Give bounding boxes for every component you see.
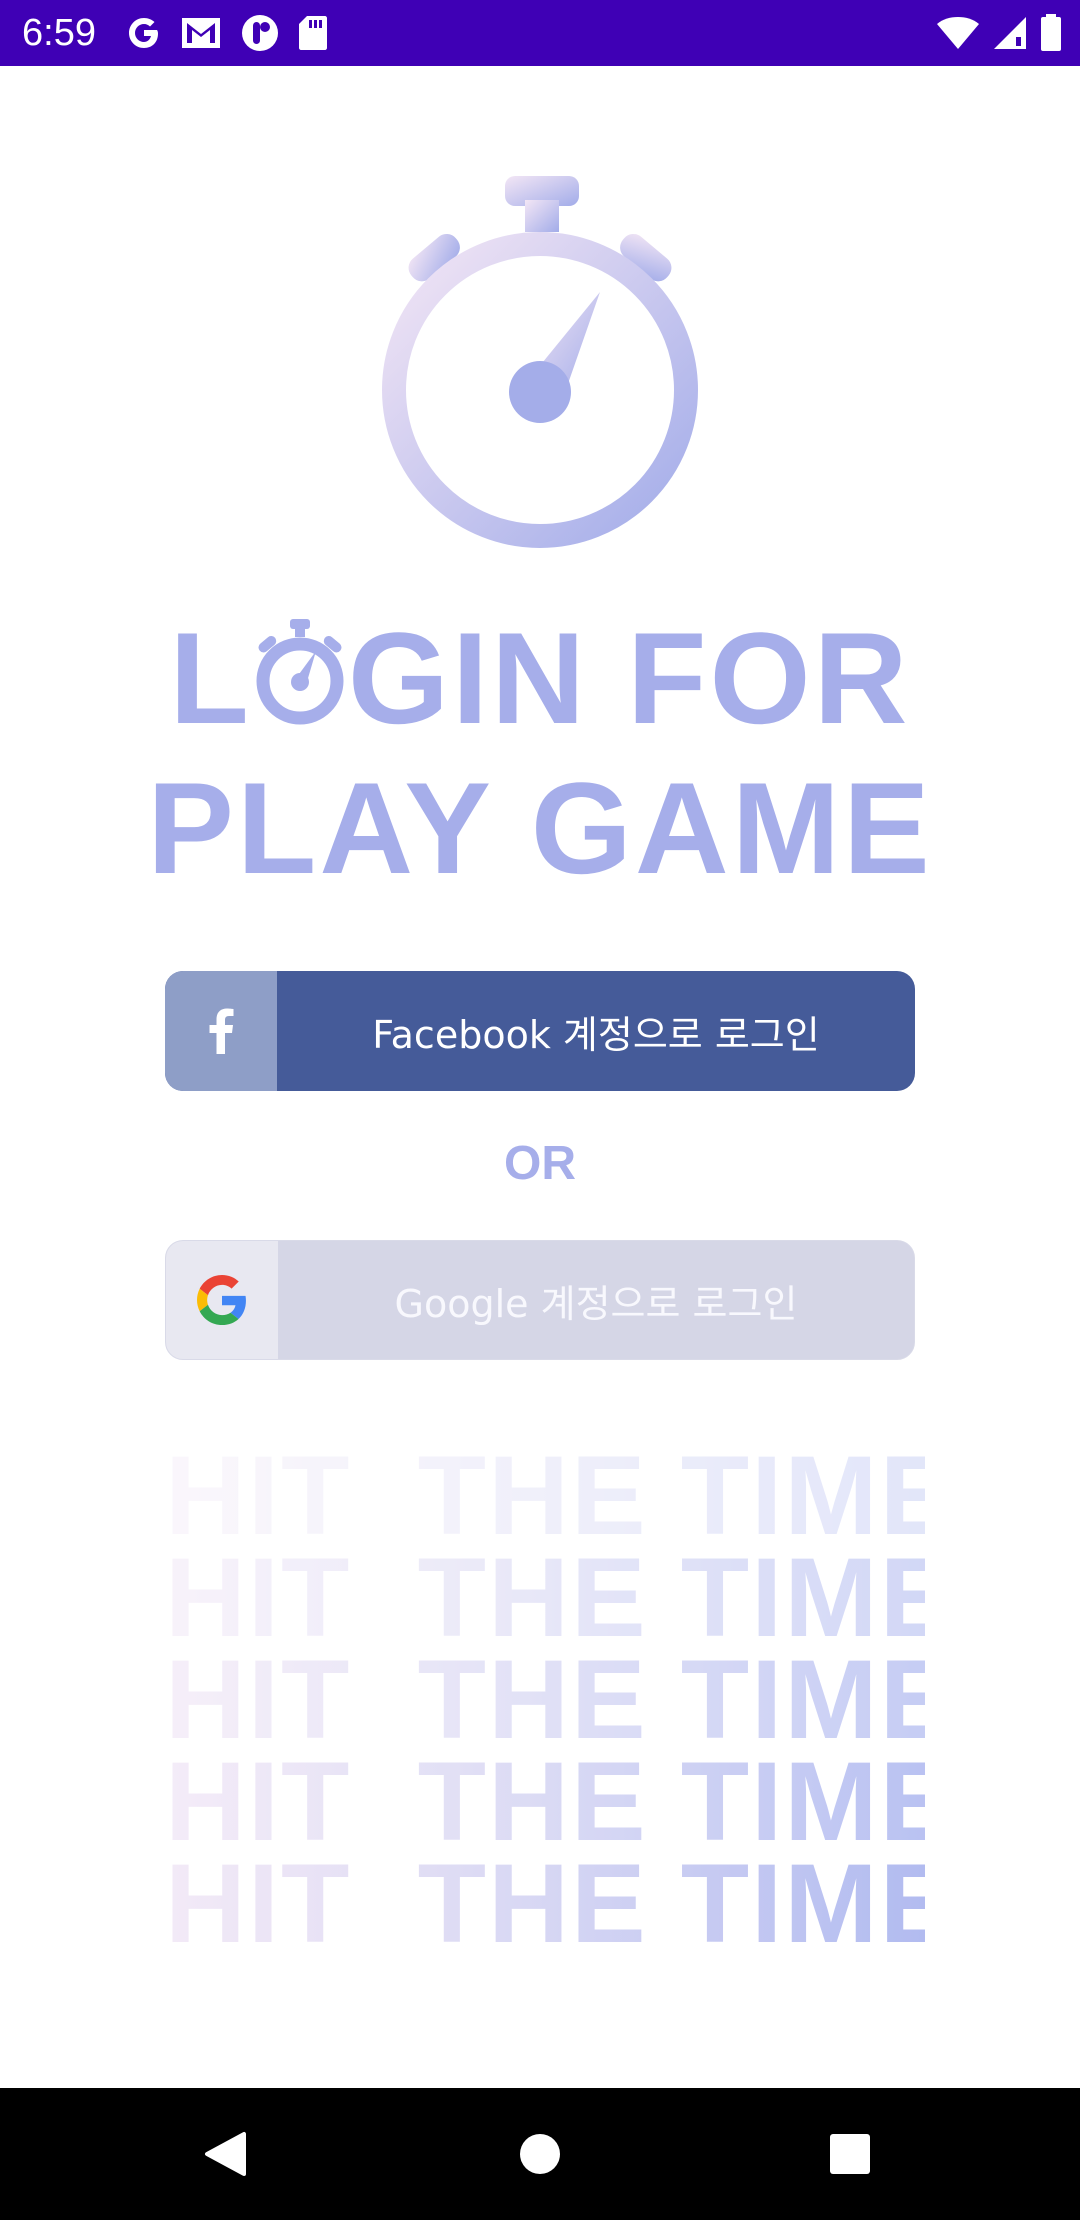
- google-login-label: Google 계정으로 로그인: [394, 1281, 798, 1326]
- navigation-bar: [0, 2088, 1080, 2220]
- back-button[interactable]: [195, 2124, 255, 2184]
- status-time: 6:59: [22, 12, 96, 54]
- decoration-line-1: HIT THE TIME: [165, 1433, 957, 1558]
- recents-icon: [830, 2134, 870, 2174]
- facebook-icon-box: [165, 971, 277, 1091]
- wifi-icon: [937, 17, 979, 49]
- back-icon: [205, 2132, 246, 2176]
- cellular-signal-icon: [994, 17, 1026, 49]
- status-bar: 6:59: [0, 0, 1080, 66]
- google-g-icon: [197, 1275, 246, 1325]
- home-icon: [520, 2134, 560, 2174]
- facebook-login-label: Facebook 계정으로 로그인: [372, 1012, 820, 1057]
- decoration-line-2: HIT THE TIME: [165, 1535, 957, 1660]
- recents-button[interactable]: [820, 2124, 880, 2184]
- stopwatch-icon: [382, 176, 698, 548]
- title-letter-l: L: [169, 605, 252, 751]
- google-login-button[interactable]: Google 계정으로 로그인: [165, 1240, 915, 1360]
- facebook-f-icon: [209, 1008, 234, 1054]
- home-button[interactable]: [510, 2124, 570, 2184]
- title-line-2: PLAY GAME: [147, 755, 933, 901]
- or-divider-text: OR: [504, 1137, 576, 1190]
- title-line-1: L GIN FOR: [0, 608, 1080, 748]
- title-stopwatch-o-icon: [254, 619, 346, 727]
- facebook-login-button[interactable]: Facebook 계정으로 로그인: [165, 971, 915, 1091]
- notification-icons: [126, 11, 346, 55]
- tap-app-icon: [242, 15, 278, 51]
- system-status-icons: [924, 12, 1062, 54]
- battery-icon: [1041, 14, 1061, 51]
- title-line-1-rest: GIN FOR: [347, 605, 911, 751]
- hit-the-time-decoration: HIT THE TIME HIT THE TIME HIT THE TIME H…: [165, 1433, 957, 1966]
- google-g-icon: [129, 18, 158, 48]
- gmail-icon: [182, 18, 220, 48]
- sd-card-icon: [299, 16, 327, 50]
- decoration-line-3: HIT THE TIME: [165, 1637, 957, 1762]
- decoration-line-4: HIT THE TIME: [165, 1739, 957, 1864]
- decoration-line-5: HIT THE TIME: [165, 1841, 957, 1966]
- google-icon-box: [166, 1241, 278, 1359]
